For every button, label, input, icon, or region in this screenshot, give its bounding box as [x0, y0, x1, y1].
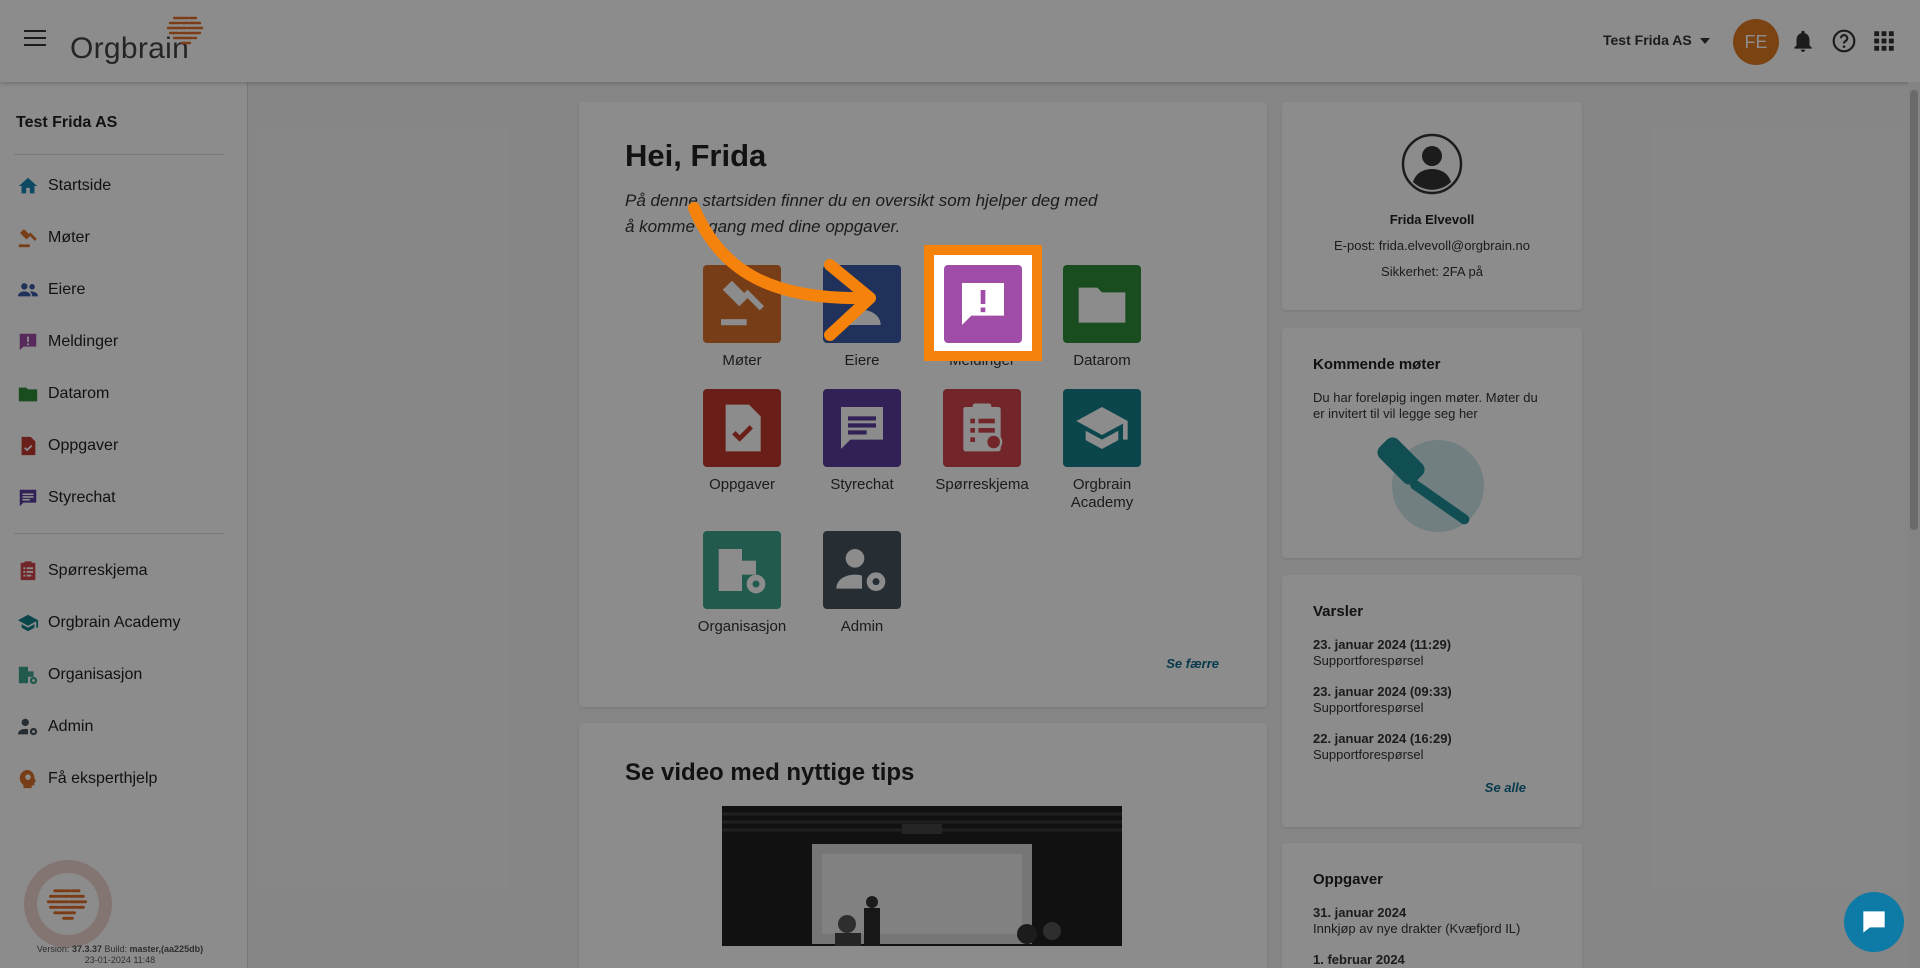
- greeting-title: Hei, Frida: [625, 138, 767, 173]
- apps-grid-icon[interactable]: [1871, 28, 1897, 54]
- sidebar-item-moter[interactable]: Møter: [16, 223, 90, 253]
- tile-admin[interactable]: Admin: [807, 531, 917, 636]
- profile-card: Frida Elvevoll E-post: frida.elvevoll@or…: [1282, 102, 1582, 310]
- tile-orgbrain-academy[interactable]: Orgbrain Academy: [1047, 389, 1157, 512]
- tile-datarom[interactable]: Datarom: [1047, 265, 1157, 370]
- gavel-icon: [16, 226, 40, 250]
- brain-logo-icon: [46, 889, 88, 920]
- see-less-link[interactable]: Se færre: [1166, 656, 1219, 671]
- organization-selector[interactable]: Test Frida AS: [1603, 32, 1710, 48]
- chat-bubble-icon: [1863, 911, 1885, 933]
- folder-icon: [1063, 265, 1141, 343]
- divider: [14, 154, 224, 155]
- profile-name: Frida Elvevoll: [1389, 212, 1475, 227]
- admin-icon: [16, 715, 40, 739]
- alert-item[interactable]: 23. januar 2024 (11:29) Supportforespørs…: [1313, 637, 1451, 669]
- task-icon: [703, 389, 781, 467]
- sidebar-item-expert-help[interactable]: Få eksperthjelp: [16, 764, 157, 794]
- sidebar-item-eiere[interactable]: Eiere: [16, 275, 85, 305]
- tile-styrechat[interactable]: Styrechat: [807, 389, 917, 494]
- bell-icon[interactable]: [1790, 28, 1816, 54]
- meetings-title: Kommende møter: [1313, 356, 1441, 373]
- survey-icon: [16, 559, 40, 583]
- profile-security: Sikkerhet: 2FA på: [1381, 264, 1483, 279]
- sidebar-item-sporreskjema[interactable]: Spørreskjema: [16, 556, 148, 586]
- sidebar: Test Frida AS Startside Møter Eiere Meld…: [0, 82, 248, 968]
- upcoming-meetings-card: Kommende møter Du har foreløpig ingen mø…: [1282, 328, 1582, 558]
- divider: [14, 533, 224, 534]
- gavel-illustration-icon: [1377, 437, 1484, 532]
- hamburger-icon[interactable]: [24, 30, 46, 46]
- survey-icon: [943, 389, 1021, 467]
- sidebar-item-meldinger[interactable]: Meldinger: [16, 327, 118, 357]
- academy-icon: [1063, 389, 1141, 467]
- academy-icon: [16, 611, 40, 635]
- user-profile-icon: [1401, 133, 1463, 195]
- admin-icon: [823, 531, 901, 609]
- alert-item[interactable]: 22. januar 2024 (16:29) Supportforespørs…: [1313, 731, 1452, 763]
- see-all-alerts-link[interactable]: Se alle: [1485, 780, 1526, 795]
- video-thumbnail: [722, 806, 1122, 946]
- tile-oppgaver[interactable]: Oppgaver: [687, 389, 797, 494]
- chat-icon: [16, 486, 40, 510]
- alerts-title: Varsler: [1313, 603, 1364, 620]
- task-icon: [16, 434, 40, 458]
- tasks-title: Oppgaver: [1313, 871, 1384, 888]
- sidebar-item-startside[interactable]: Startside: [16, 171, 111, 201]
- caret-down-icon: [1699, 38, 1710, 45]
- organization-icon: [703, 531, 781, 609]
- page-scrollbar[interactable]: [1908, 82, 1920, 968]
- sidebar-item-admin[interactable]: Admin: [16, 712, 93, 742]
- message-alert-icon: [944, 265, 1022, 343]
- help-icon[interactable]: [1831, 28, 1857, 54]
- tutorial-arrow-icon: [688, 202, 876, 341]
- welcome-card: Hei, Frida På denne startsiden finner du…: [579, 102, 1267, 707]
- orgbrain-logo[interactable]: Orgbrain: [70, 16, 210, 68]
- sidebar-org-name: Test Frida AS: [16, 114, 118, 131]
- task-item[interactable]: 1. februar 2024: [1313, 952, 1405, 968]
- sidebar-item-styrechat[interactable]: Styrechat: [16, 483, 116, 513]
- message-alert-icon: [16, 330, 40, 354]
- sidebar-item-oppgaver[interactable]: Oppgaver: [16, 431, 118, 461]
- user-avatar[interactable]: FE: [1733, 19, 1779, 65]
- top-bar: Orgbrain Test Frida AS FE: [0, 0, 1920, 82]
- profile-email: E-post: frida.elvevoll@orgbrain.no: [1333, 238, 1530, 253]
- tile-sporreskjema[interactable]: Spørreskjema: [927, 389, 1037, 494]
- expert-help-icon: [16, 767, 40, 791]
- task-item[interactable]: 31. januar 2024 Innkjøp av nye drakter (…: [1313, 905, 1563, 937]
- organization-icon: [16, 663, 40, 687]
- tasks-card: Oppgaver 31. januar 2024 Innkjøp av nye …: [1282, 843, 1582, 968]
- sidebar-item-organisasjon[interactable]: Organisasjon: [16, 660, 142, 690]
- people-icon: [16, 278, 40, 302]
- highlighted-meldinger-tile[interactable]: [924, 245, 1042, 361]
- scrollbar-thumb[interactable]: [1910, 90, 1918, 530]
- sidebar-item-orgbrain-academy[interactable]: Orgbrain Academy: [16, 608, 181, 638]
- version-info: Version: 37.3.37 Build: master,(aa225db)…: [36, 944, 204, 965]
- orgbrain-brain-button[interactable]: [24, 860, 112, 948]
- support-chat-button[interactable]: [1844, 892, 1904, 952]
- alert-item[interactable]: 23. januar 2024 (09:33) Supportforespørs…: [1313, 684, 1452, 716]
- video-card: Se video med nyttige tips: [579, 723, 1267, 968]
- alerts-card: Varsler 23. januar 2024 (11:29) Supportf…: [1282, 575, 1582, 827]
- tile-organisasjon[interactable]: Organisasjon: [687, 531, 797, 636]
- folder-icon: [16, 382, 40, 406]
- meetings-empty-text: Du har foreløpig ingen møter. Møter du e…: [1313, 390, 1538, 421]
- brain-logo-icon: [166, 16, 204, 45]
- video-player[interactable]: [722, 806, 1122, 946]
- home-icon: [16, 174, 40, 198]
- video-title: Se video med nyttige tips: [625, 759, 915, 786]
- chat-icon: [823, 389, 901, 467]
- sidebar-item-datarom[interactable]: Datarom: [16, 379, 109, 409]
